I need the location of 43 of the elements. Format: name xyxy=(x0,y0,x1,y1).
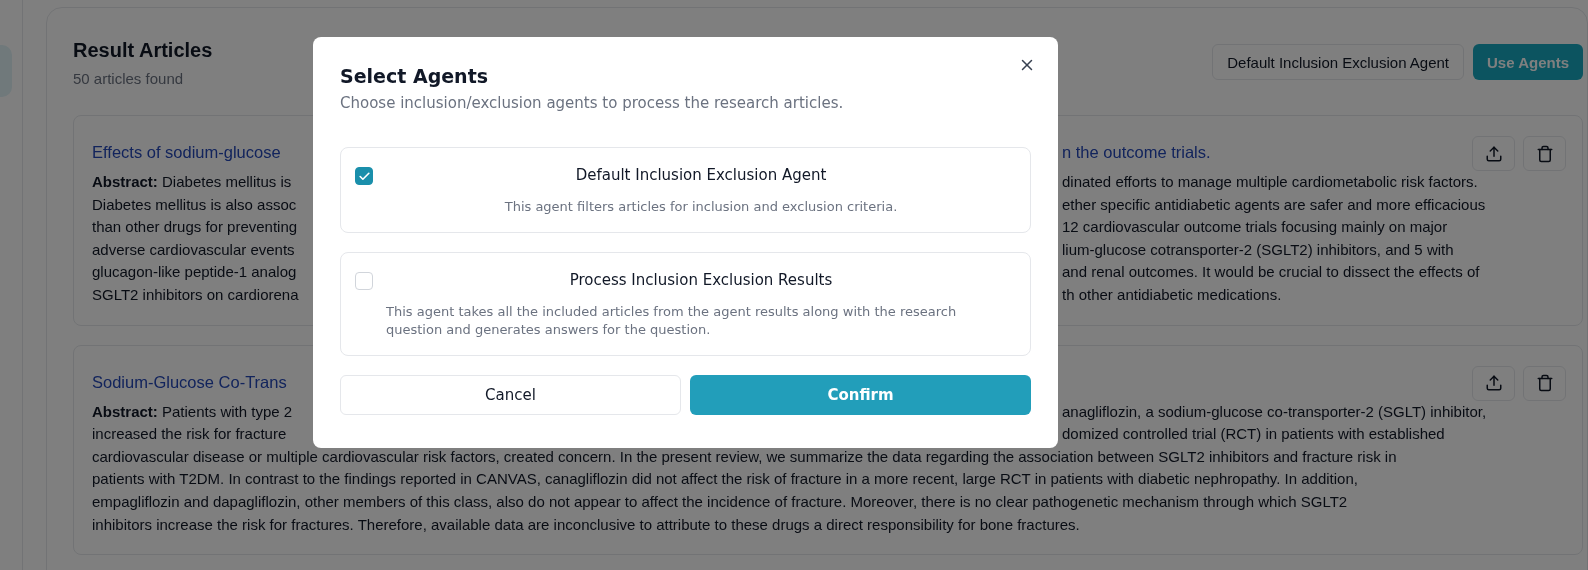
abstract-line: anagliflozin, a sodium-glucose co-transporter-2 (SGLT) inhibitor, xyxy=(1062,402,1487,420)
checkbox[interactable] xyxy=(355,167,373,185)
trash-icon xyxy=(1535,144,1554,163)
abstract-line: and renal outcomes. It would be crucial to dissect the effects of xyxy=(1062,263,1480,281)
abstract-line: adverse cardiovascular events xyxy=(92,240,295,258)
section-title: Result Articles xyxy=(73,38,213,63)
trash-icon xyxy=(1535,374,1554,393)
agent-description: This agent filters articles for inclusion and exclusion criteria. xyxy=(504,198,898,216)
cancel-button[interactable]: Cancel xyxy=(340,375,681,415)
check-icon xyxy=(357,169,371,183)
upload-button[interactable] xyxy=(1472,136,1515,171)
article-count: 50 articles found xyxy=(73,70,185,87)
abstract-line: ether specific antidiabetic agents are safer and more efficacious xyxy=(1062,195,1486,213)
delete-button[interactable] xyxy=(1523,365,1566,401)
upload-button[interactable] xyxy=(1472,365,1515,401)
abstract-line: inhibitors increase the risk for fractures. Therefore, available data are inconclusive to attribute to these drugs a direct responsibility for bone fractures. xyxy=(92,515,1080,533)
agent-name: Process Inclusion Exclusion Results xyxy=(569,270,833,291)
upload-icon xyxy=(1484,144,1503,163)
abstract-line: domized controlled trial (RCT) in patients with established xyxy=(1062,425,1445,443)
abstract-line: Abstract: Patients with type 2 xyxy=(92,402,293,420)
abstract-line: empagliflozin and dapagliflozin, other members of this class, also do not appear to affect the incidence of fracture. Moreover, there is no clear pathogenetic mechanism through which SGLT2 xyxy=(92,492,1348,510)
abstract-line: dinated efforts to manage multiple cardiometabolic risk factors. xyxy=(1062,173,1478,190)
abstract-line: patients with T2DM. In contrast to the findings reported in CANVAS, canagliflozin did not affect the risk of fracture in a more recent, large RCT in patients with diabetic nephropathy. In addition, xyxy=(92,470,1358,488)
abstract-line: cardiovascular disease or multiple cardiovascular risk factors, created concern. In the present review, we summarize the data regarding the association between SGLT2 inhibitors and fracture risk in xyxy=(92,447,1397,465)
abstract-line: increased the risk for fracture xyxy=(92,425,287,443)
dialog-title: Select Agents xyxy=(340,64,490,89)
abstract-line: Abstract: Diabetes mellitus is xyxy=(92,173,292,190)
abstract-line: th other antidiabetic medications. xyxy=(1062,285,1282,303)
upload-icon xyxy=(1484,374,1503,393)
abstract-line: glucagon-like peptide-1 analog xyxy=(92,263,297,281)
delete-button[interactable] xyxy=(1523,136,1566,171)
abstract-line: than other drugs for preventing xyxy=(92,218,298,236)
abstract-line: Diabetes mellitus is also assoc xyxy=(92,195,297,213)
agent-select-button[interactable]: Default Inclusion Exclusion Agent xyxy=(1212,44,1465,80)
abstract-line: lium-glucose cotransporter-2 (SGLT2) inhibitors, and 5 with xyxy=(1062,240,1454,258)
agent-name: Default Inclusion Exclusion Agent xyxy=(575,165,827,186)
agent-description: This agent takes all the included articles from the agent results along with the research question and generates answers for the question. xyxy=(386,303,958,339)
abstract-line: SGLT2 inhibitors on cardiorena xyxy=(92,285,299,303)
abstract-line: 12 cardiovascular outcome trials focusing mainly on major xyxy=(1062,218,1448,236)
agent-option[interactable]: Default Inclusion Exclusion Agent This agent filters articles for inclusion and exclusion criteria. xyxy=(340,147,1031,233)
confirm-button[interactable]: Confirm xyxy=(690,375,1031,415)
dialog-subtitle: Choose inclusion/exclusion agents to process the research articles. xyxy=(340,94,845,112)
agent-option[interactable]: Process Inclusion Exclusion Results This agent takes all the included articles from the agent results along with the research question and generates answers for the question. xyxy=(340,252,1031,356)
